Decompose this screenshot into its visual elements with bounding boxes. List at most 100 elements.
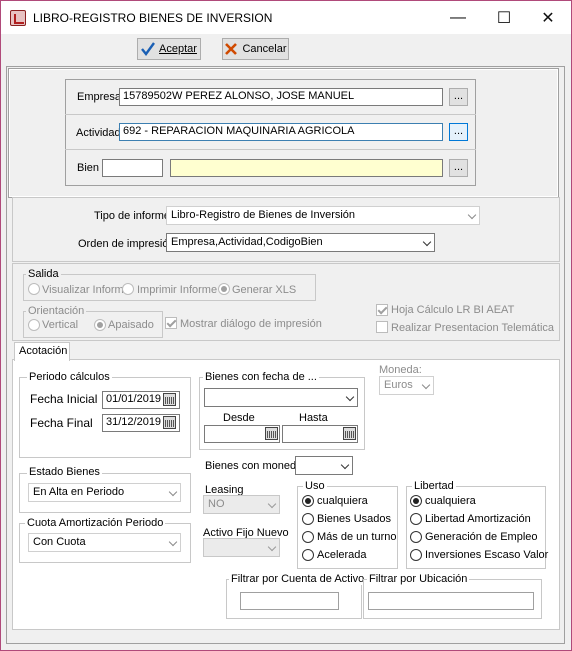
presentacion-checkbox[interactable] — [376, 321, 388, 333]
orientacion-apaisado-label: Apaisado — [108, 319, 154, 331]
salida-title: Salida — [26, 268, 61, 280]
bien-code-field[interactable] — [102, 159, 163, 177]
orientacion-vertical-radio[interactable] — [28, 319, 40, 331]
title-bar: LIBRO-REGISTRO BIENES DE INVERSION — ☐ ✕ — [1, 1, 571, 34]
uso-cualquiera-label: cualquiera — [317, 495, 368, 507]
bienes-fecha-title: Bienes con fecha de ... — [203, 371, 319, 383]
libertad-amortizacion-label: Libertad Amortización — [425, 513, 531, 525]
window-title: LIBRO-REGISTRO BIENES DE INVERSION — [33, 11, 273, 25]
chevron-down-icon — [421, 380, 431, 390]
maximize-button[interactable]: ☐ — [481, 1, 527, 34]
libertad-empleo-label: Generación de Empleo — [425, 531, 538, 543]
libertad-escaso-valor-radio[interactable] — [410, 549, 422, 561]
divider — [65, 149, 476, 150]
close-button[interactable]: ✕ — [525, 1, 571, 34]
orden-value: Empresa,Actividad,CodigoBien — [171, 236, 323, 248]
tab-acotacion-label: Acotación — [19, 345, 68, 357]
app-icon — [10, 10, 26, 26]
orientacion-title: Orientación — [26, 305, 87, 317]
periodo-title: Periodo cálculos — [27, 371, 112, 383]
uso-mas-turno-radio[interactable] — [302, 531, 314, 543]
uso-acelerada-radio[interactable] — [302, 549, 314, 561]
leasing-select[interactable]: NO — [203, 495, 280, 514]
bien-description-field[interactable] — [170, 159, 443, 177]
orientacion-apaisado-radio[interactable] — [94, 319, 106, 331]
salida-xls-radio[interactable] — [218, 283, 230, 295]
tab-acotacion[interactable]: Acotación — [14, 342, 70, 361]
libertad-title: Libertad — [412, 480, 456, 492]
orden-label: Orden de impresión: — [78, 238, 178, 250]
actividad-browse-button[interactable]: ... — [449, 123, 468, 141]
dialog-window: LIBRO-REGISTRO BIENES DE INVERSION — ☐ ✕… — [0, 0, 572, 651]
salida-imprimir-label: Imprimir Informe — [137, 284, 218, 296]
filtro-ubicacion-label: Filtrar por Ubicación — [367, 573, 470, 585]
chevron-down-icon — [267, 499, 277, 509]
cancel-x-icon — [225, 43, 238, 55]
estado-title: Estado Bienes — [27, 466, 102, 478]
chevron-down-icon — [267, 542, 277, 552]
fecha-final-label: Fecha Final — [30, 416, 93, 430]
informe-label: Tipo de informe: — [94, 210, 174, 222]
salida-visualizar-label: Visualizar Informe — [42, 284, 130, 296]
calendar-icon[interactable] — [265, 427, 278, 440]
mostrar-dialogo-checkbox[interactable] — [165, 317, 177, 329]
check-icon — [141, 42, 156, 56]
libertad-escaso-valor-label: Inversiones Escaso Valor — [425, 549, 549, 561]
libertad-cualquiera-radio[interactable] — [410, 495, 422, 507]
moneda-label: Moneda: — [379, 364, 422, 376]
chevron-down-icon — [345, 392, 355, 402]
actividad-field[interactable]: 692 - REPARACION MAQUINARIA AGRICOLA — [119, 123, 443, 141]
chevron-down-icon — [422, 237, 432, 247]
bienes-fecha-select[interactable] — [204, 388, 358, 407]
salida-xls-label: Generar XLS — [232, 284, 297, 296]
libertad-amortizacion-radio[interactable] — [410, 513, 422, 525]
filtro-cuenta-field[interactable] — [240, 592, 339, 610]
cancel-button[interactable]: Cancelar — [222, 38, 289, 60]
empresa-label: Empresa — [77, 91, 122, 103]
uso-bienes-usados-radio[interactable] — [302, 513, 314, 525]
uso-cualquiera-radio[interactable] — [302, 495, 314, 507]
fecha-inicial-label: Fecha Inicial — [30, 392, 98, 406]
libertad-empleo-radio[interactable] — [410, 531, 422, 543]
accept-button[interactable]: Aceptar — [137, 38, 201, 60]
moneda-value: Euros — [384, 379, 413, 391]
calendar-icon[interactable] — [163, 416, 176, 429]
minimize-button[interactable]: — — [435, 1, 481, 34]
chevron-down-icon — [168, 487, 178, 497]
orden-select[interactable]: Empresa,Actividad,CodigoBien — [166, 233, 435, 252]
hoja-calculo-label: Hoja Cálculo LR BI AEAT — [391, 304, 515, 316]
chevron-down-icon — [340, 460, 350, 470]
moneda-select[interactable]: Euros — [379, 376, 434, 395]
cuota-title: Cuota Amortización Periodo — [25, 517, 166, 529]
libertad-cualquiera-label: cualquiera — [425, 495, 476, 507]
orientacion-vertical-label: Vertical — [42, 319, 79, 331]
leasing-value: NO — [208, 498, 225, 510]
filtro-cuenta-label: Filtrar por Cuenta de Activo — [229, 573, 367, 585]
empresa-field[interactable]: 15789502W PEREZ ALONSO, JOSE MANUEL — [119, 88, 443, 106]
salida-visualizar-radio[interactable] — [28, 283, 40, 295]
filtro-ubicacion-field[interactable] — [368, 592, 534, 610]
calendar-icon[interactable] — [343, 427, 356, 440]
hoja-calculo-checkbox[interactable] — [376, 304, 388, 316]
accept-label: Aceptar — [159, 43, 197, 55]
salida-imprimir-radio[interactable] — [122, 283, 134, 295]
bienes-moneda-select[interactable] — [295, 456, 353, 475]
bien-label: Bien — [77, 162, 100, 174]
uso-mas-turno-label: Más de un turno — [317, 531, 397, 543]
calendar-icon[interactable] — [163, 393, 176, 406]
presentacion-label: Realizar Presentacion Telemática — [391, 322, 555, 334]
estado-select[interactable]: En Alta en Periodo — [28, 483, 181, 502]
hasta-label: Hasta — [299, 412, 328, 424]
desde-label: Desde — [223, 412, 255, 424]
estado-value: En Alta en Periodo — [33, 486, 125, 498]
informe-select[interactable]: Libro-Registro de Bienes de Inversión — [166, 206, 480, 225]
empresa-browse-button[interactable]: ... — [449, 88, 468, 106]
uso-bienes-usados-label: Bienes Usados — [317, 513, 391, 525]
bien-browse-button[interactable]: ... — [449, 159, 468, 177]
mostrar-dialogo-label: Mostrar diálogo de impresión — [180, 318, 322, 330]
activo-fijo-select[interactable] — [203, 538, 280, 557]
divider — [65, 114, 476, 115]
cancel-label: Cancelar — [242, 43, 287, 55]
uso-acelerada-label: Acelerada — [317, 549, 367, 561]
cuota-select[interactable]: Con Cuota — [28, 533, 181, 552]
